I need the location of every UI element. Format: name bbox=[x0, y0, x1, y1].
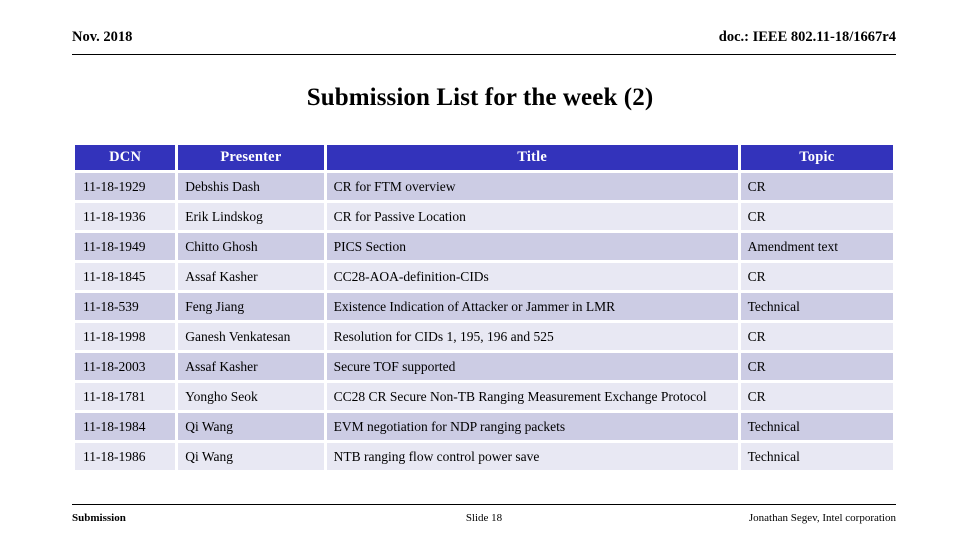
cell-dcn: 11-18-1929 bbox=[75, 173, 176, 200]
table-row: 11-18-1984 Qi Wang EVM negotiation for N… bbox=[75, 413, 893, 440]
cell-presenter: Assaf Kasher bbox=[178, 353, 324, 380]
cell-presenter: Qi Wang bbox=[178, 413, 324, 440]
table-row: 11-18-1936 Erik Lindskog CR for Passive … bbox=[75, 203, 893, 230]
slide-footer: Submission Slide 18 Jonathan Segev, Inte… bbox=[72, 504, 896, 529]
cell-presenter: Yongho Seok bbox=[178, 383, 324, 410]
table-row: 11-18-539 Feng Jiang Existence Indicatio… bbox=[75, 293, 893, 320]
cell-presenter: Chitto Ghosh bbox=[178, 233, 324, 260]
cell-title: CC28-AOA-definition-CIDs bbox=[326, 263, 738, 290]
footer-submission-label: Submission bbox=[72, 512, 126, 524]
cell-topic: CR bbox=[740, 383, 893, 410]
column-header-dcn: DCN bbox=[75, 145, 176, 170]
cell-title: CC28 CR Secure Non-TB Ranging Measuremen… bbox=[326, 383, 738, 410]
cell-dcn: 11-18-1845 bbox=[75, 263, 176, 290]
cell-title: Resolution for CIDs 1, 195, 196 and 525 bbox=[326, 323, 738, 350]
cell-presenter: Assaf Kasher bbox=[178, 263, 324, 290]
cell-topic: Technical bbox=[740, 293, 893, 320]
slide-header: Nov. 2018 doc.: IEEE 802.11-18/1667r4 bbox=[72, 28, 896, 55]
column-header-presenter: Presenter bbox=[178, 145, 324, 170]
table-row: 11-18-1949 Chitto Ghosh PICS Section Ame… bbox=[75, 233, 893, 260]
table-row: 11-18-1998 Ganesh Venkatesan Resolution … bbox=[75, 323, 893, 350]
table-row: 11-18-1986 Qi Wang NTB ranging flow cont… bbox=[75, 443, 893, 470]
table-body: 11-18-1929 Debshis Dash CR for FTM overv… bbox=[75, 173, 893, 470]
cell-topic: Amendment text bbox=[740, 233, 893, 260]
cell-title: PICS Section bbox=[326, 233, 738, 260]
cell-topic: CR bbox=[740, 353, 893, 380]
cell-topic: CR bbox=[740, 263, 893, 290]
cell-title: CR for FTM overview bbox=[326, 173, 738, 200]
cell-dcn: 11-18-2003 bbox=[75, 353, 176, 380]
header-doc-id: doc.: IEEE 802.11-18/1667r4 bbox=[718, 29, 896, 45]
cell-topic: CR bbox=[740, 173, 893, 200]
cell-topic: Technical bbox=[740, 413, 893, 440]
cell-title: NTB ranging flow control power save bbox=[326, 443, 738, 470]
cell-title: CR for Passive Location bbox=[326, 203, 738, 230]
cell-dcn: 11-18-1986 bbox=[75, 443, 176, 470]
page-title: Submission List for the week (2) bbox=[306, 84, 654, 111]
cell-presenter: Erik Lindskog bbox=[178, 203, 324, 230]
table-row: 11-18-2003 Assaf Kasher Secure TOF suppo… bbox=[75, 353, 893, 380]
submission-list-table: DCN Presenter Title Topic 11-18-1929 Deb… bbox=[72, 142, 896, 473]
cell-title: Existence Indication of Attacker or Jamm… bbox=[326, 293, 738, 320]
column-header-title: Title bbox=[326, 145, 738, 170]
footer-author: Jonathan Segev, Intel corporation bbox=[748, 512, 896, 524]
table-row: 11-18-1781 Yongho Seok CC28 CR Secure No… bbox=[75, 383, 893, 410]
cell-presenter: Debshis Dash bbox=[178, 173, 324, 200]
header-date: Nov. 2018 bbox=[72, 29, 133, 45]
cell-title: Secure TOF supported bbox=[326, 353, 738, 380]
cell-topic: CR bbox=[740, 203, 893, 230]
cell-dcn: 11-18-1949 bbox=[75, 233, 176, 260]
cell-dcn: 11-18-1781 bbox=[75, 383, 176, 410]
table-header-row: DCN Presenter Title Topic bbox=[75, 145, 893, 170]
cell-dcn: 11-18-1998 bbox=[75, 323, 176, 350]
column-header-topic: Topic bbox=[740, 145, 893, 170]
cell-dcn: 11-18-1984 bbox=[75, 413, 176, 440]
cell-topic: Technical bbox=[740, 443, 893, 470]
cell-topic: CR bbox=[740, 323, 893, 350]
cell-dcn: 11-18-539 bbox=[75, 293, 176, 320]
cell-dcn: 11-18-1936 bbox=[75, 203, 176, 230]
table-row: 11-18-1929 Debshis Dash CR for FTM overv… bbox=[75, 173, 893, 200]
footer-slide-number: Slide 18 bbox=[465, 512, 503, 524]
cell-presenter: Ganesh Venkatesan bbox=[178, 323, 324, 350]
cell-title: EVM negotiation for NDP ranging packets bbox=[326, 413, 738, 440]
cell-presenter: Qi Wang bbox=[178, 443, 324, 470]
cell-presenter: Feng Jiang bbox=[178, 293, 324, 320]
table-row: 11-18-1845 Assaf Kasher CC28-AOA-definit… bbox=[75, 263, 893, 290]
